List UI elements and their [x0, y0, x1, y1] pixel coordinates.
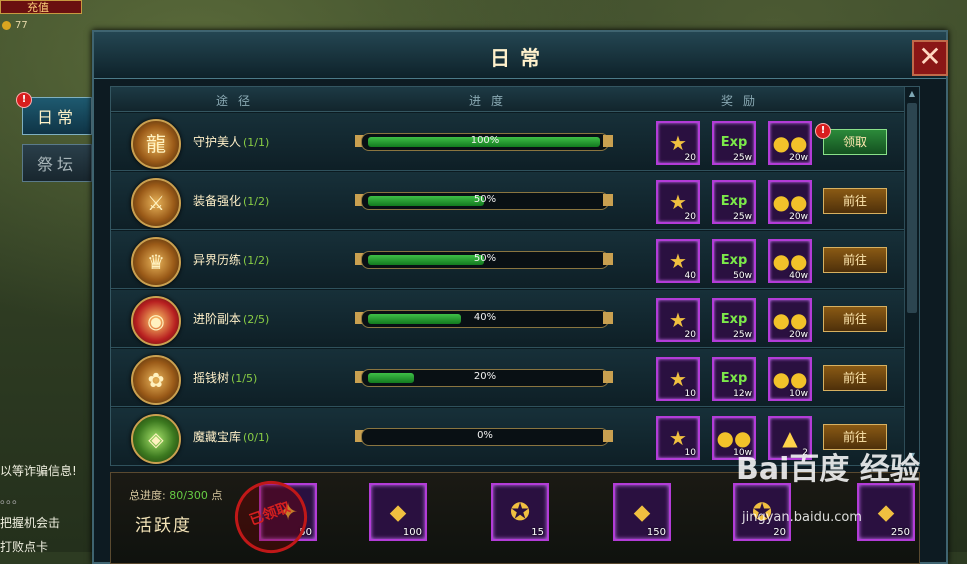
- task-name: 魔藏宝库 (0/1): [193, 430, 270, 444]
- activity-reward-icon[interactable]: ⬥ 250: [857, 483, 915, 541]
- alert-icon: !: [16, 92, 32, 108]
- money-tree-icon: ✿: [131, 355, 181, 405]
- reward-star-icon[interactable]: ★ 10: [656, 357, 700, 401]
- reward-exp-icon[interactable]: Exp 25w: [712, 180, 756, 224]
- red-shield-icon: ◉: [131, 296, 181, 346]
- panel-header: 日常: [94, 32, 946, 79]
- task-name: 异界历练 (1/2): [193, 253, 270, 267]
- reward-coin-icon[interactable]: ●● 40w: [768, 239, 812, 283]
- progress-text: 40%: [473, 312, 497, 323]
- crossed-swords-icon: ⚔: [131, 178, 181, 228]
- claim-button[interactable]: 领取: [823, 129, 887, 155]
- recharge-button[interactable]: 充值: [0, 0, 82, 14]
- alert-icon: !: [815, 123, 831, 139]
- activity-reward-icon[interactable]: ⬥ 100: [369, 483, 427, 541]
- reward-exp-icon[interactable]: Exp 25w: [712, 298, 756, 342]
- reward-coin-icon[interactable]: ●● 20w: [768, 180, 812, 224]
- chat-line: 打败点卡: [0, 540, 49, 554]
- task-row: 龍 守护美人 (1/1) 100% ★ 20 Exp 25w ●● 20w 领取!: [111, 113, 917, 171]
- reward-coin-icon[interactable]: ●● 20w: [768, 121, 812, 165]
- panel-title: 日常: [490, 46, 550, 70]
- progress-bar: 0%: [361, 428, 609, 446]
- progress-bar: 40%: [361, 310, 609, 328]
- progress-text: 50%: [473, 253, 497, 264]
- treasure-vault-icon: ◈: [131, 414, 181, 464]
- chat-line: 。。。: [0, 492, 25, 506]
- baidu-watermark: Bai百度 经验: [736, 452, 920, 487]
- column-reward: 奖励: [721, 94, 766, 108]
- task-row: ◉ 进阶副本 (2/5) 40% ★ 20 Exp 25w ●● 20w 前往: [111, 290, 917, 348]
- scrollbar[interactable]: ▲ ▼: [904, 87, 919, 463]
- baidu-watermark-url: jingyan.baidu.com: [742, 510, 862, 525]
- reward-coin-icon[interactable]: ●● 10w: [768, 357, 812, 401]
- chat-line: 把握机会击: [0, 516, 61, 530]
- task-name: 装备强化 (1/2): [193, 194, 270, 208]
- reward-star-icon[interactable]: ★ 10: [656, 416, 700, 460]
- progress-text: 0%: [477, 430, 493, 441]
- progress-text: 50%: [473, 194, 497, 205]
- task-name: 摇钱树 (1/5): [193, 371, 258, 385]
- go-button[interactable]: 前往: [823, 365, 887, 391]
- activity-reward-icon[interactable]: ✪ 15: [491, 483, 549, 541]
- reward-exp-icon[interactable]: Exp 12w: [712, 357, 756, 401]
- progress-cap: [603, 371, 613, 383]
- progress-cap: [603, 194, 613, 206]
- activity-reward-icon[interactable]: ⬥ 150: [613, 483, 671, 541]
- reward-star-icon[interactable]: ★ 20: [656, 121, 700, 165]
- activity-title: 活跃度: [135, 516, 192, 536]
- close-button[interactable]: ✕: [912, 40, 948, 76]
- task-name: 进阶副本 (2/5): [193, 312, 270, 326]
- progress-cap: [603, 135, 613, 147]
- total-progress: 总进度: 80/300 点: [129, 489, 223, 502]
- go-button[interactable]: 前往: [823, 306, 887, 332]
- progress-cap: [603, 430, 613, 442]
- progress-bar: 20%: [361, 369, 609, 387]
- chat-line: 以等诈骗信息!: [0, 464, 77, 478]
- scroll-thumb[interactable]: [907, 103, 917, 313]
- coin-counter: 77: [2, 20, 28, 31]
- column-progress: 进度: [469, 94, 514, 108]
- progress-bar: 100%: [361, 133, 609, 151]
- progress-cap: [603, 312, 613, 324]
- task-row: ♛ 异界历练 (1/2) 50% ★ 40 Exp 50w ●● 40w 前往: [111, 231, 917, 289]
- reward-exp-icon[interactable]: Exp 50w: [712, 239, 756, 283]
- reward-star-icon[interactable]: ★ 20: [656, 180, 700, 224]
- scroll-up-icon[interactable]: ▲: [906, 88, 918, 100]
- column-route: 途径: [216, 94, 261, 108]
- beast-head-icon: ♛: [131, 237, 181, 287]
- progress-bar: 50%: [361, 251, 609, 269]
- reward-star-icon[interactable]: ★ 40: [656, 239, 700, 283]
- dragon-crest-icon: 龍: [131, 119, 181, 169]
- task-name: 守护美人 (1/1): [193, 135, 270, 149]
- progress-cap: [603, 253, 613, 265]
- tab-daily[interactable]: 日常: [22, 97, 92, 135]
- go-button[interactable]: 前往: [823, 188, 887, 214]
- reward-star-icon[interactable]: ★ 20: [656, 298, 700, 342]
- task-table: 途径 进度 奖励 龍 守护美人 (1/1) 100% ★ 20 Exp 25w ●● 2…: [110, 86, 920, 466]
- progress-bar: 50%: [361, 192, 609, 210]
- task-row: ✿ 摇钱树 (1/5) 20% ★ 10 Exp 12w ●● 10w 前往: [111, 349, 917, 407]
- progress-text: 20%: [473, 371, 497, 382]
- progress-text: 100%: [470, 135, 500, 146]
- table-header: 途径 进度 奖励: [111, 87, 919, 112]
- coin-icon: [2, 20, 11, 30]
- reward-coin-icon[interactable]: ●● 20w: [768, 298, 812, 342]
- task-row: ⚔ 装备强化 (1/2) 50% ★ 20 Exp 25w ●● 20w 前往: [111, 172, 917, 230]
- go-button[interactable]: 前往: [823, 247, 887, 273]
- tab-altar[interactable]: 祭坛: [22, 144, 92, 182]
- reward-exp-icon[interactable]: Exp 25w: [712, 121, 756, 165]
